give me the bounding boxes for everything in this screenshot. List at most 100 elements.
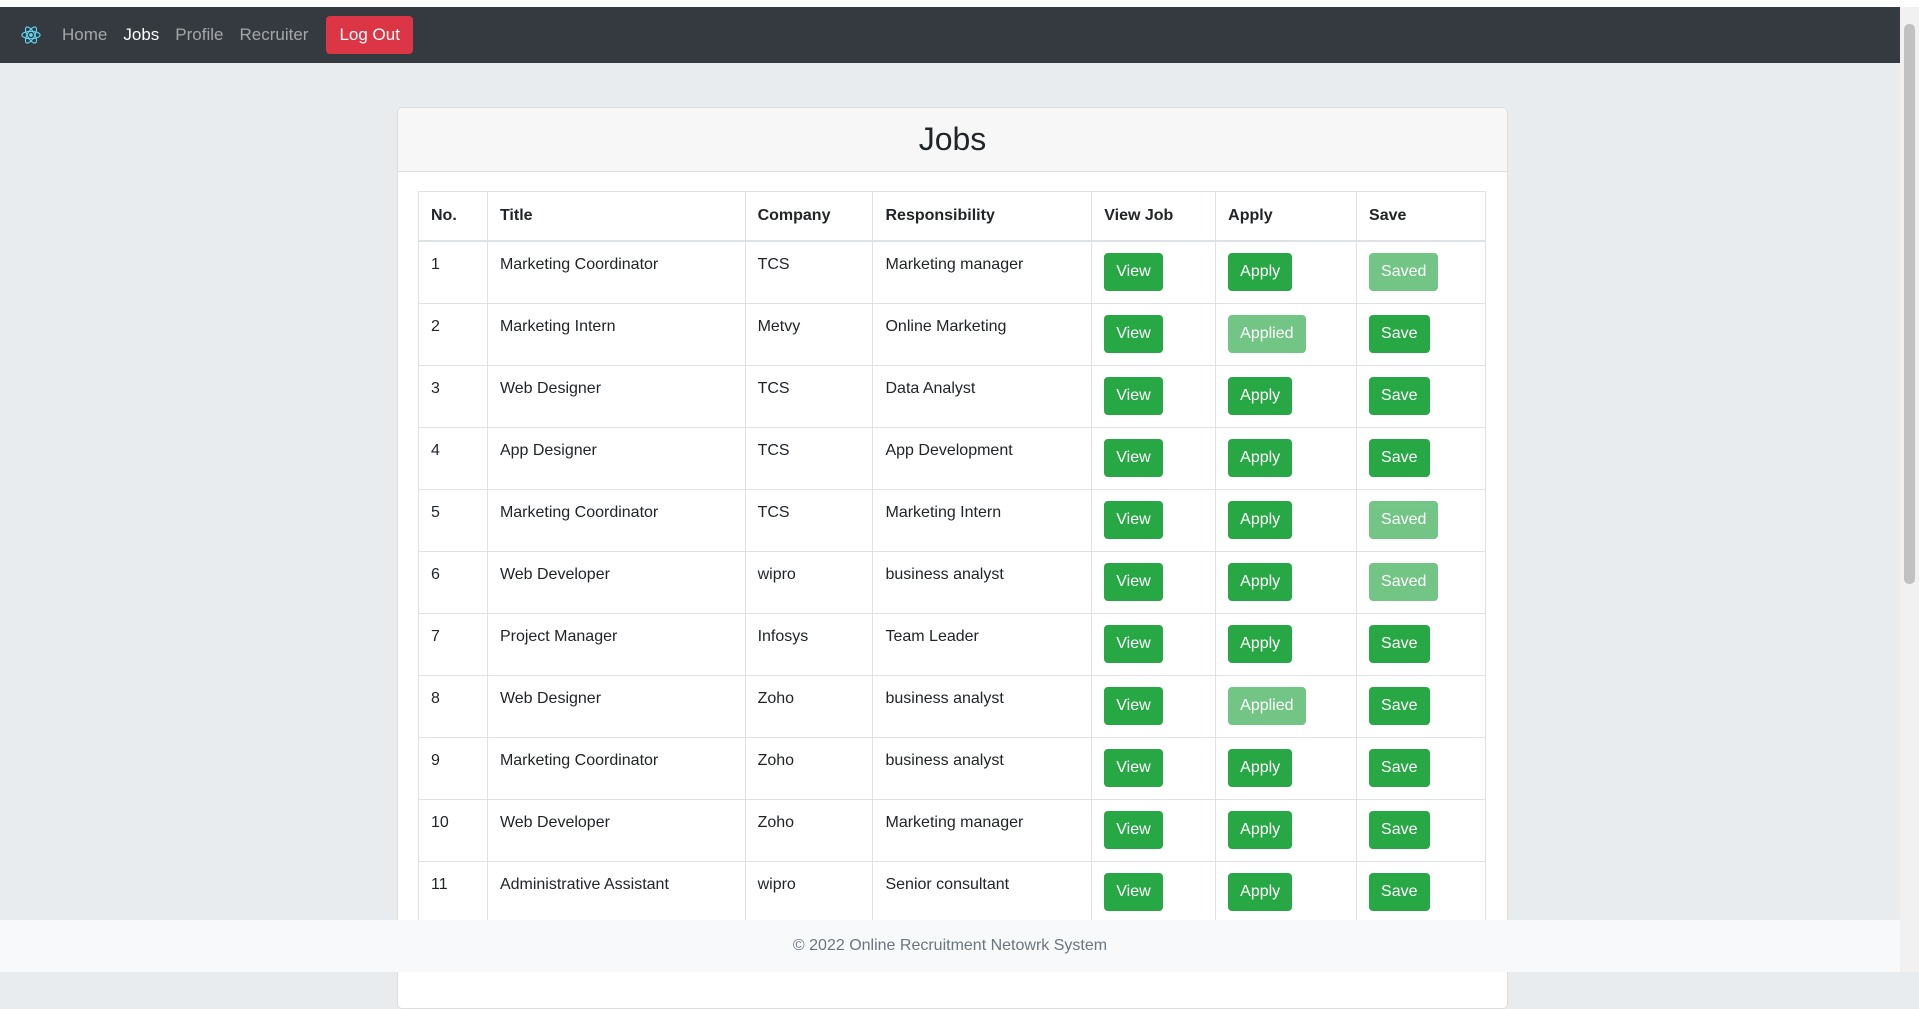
apply-button[interactable]: Apply (1228, 438, 1293, 477)
page-title: Jobs (918, 121, 987, 157)
cell-no: 3 (418, 364, 488, 428)
cell-no: 5 (418, 488, 488, 552)
cell-company: wipro (744, 860, 874, 924)
apply-button: Applied (1228, 686, 1306, 725)
apply-cell: Applied (1215, 302, 1358, 366)
apply-button[interactable]: Apply (1228, 253, 1293, 291)
apply-cell: Apply (1215, 364, 1358, 428)
save-cell: Save (1356, 426, 1486, 490)
cell-title: Administrative Assistant (486, 860, 746, 924)
apply-button[interactable]: Apply (1228, 500, 1293, 539)
apply-cell: Apply (1215, 240, 1358, 304)
cell-title: Project Manager (486, 612, 746, 676)
cell-responsibility: App Development (872, 426, 1093, 490)
apply-button[interactable]: Apply (1228, 872, 1293, 911)
logout-button[interactable]: Log Out (326, 16, 413, 54)
table-row: 6 Web Developer wipro business analyst View A… (418, 550, 1486, 614)
cell-responsibility: business analyst (872, 736, 1093, 800)
footer-text: © 2022 Online Recruitment Netowrk System (792, 937, 1108, 954)
save-cell: Save (1356, 860, 1486, 924)
save-button[interactable]: Save (1369, 748, 1430, 787)
footer: © 2022 Online Recruitment Netowrk System (0, 920, 1900, 972)
apply-button[interactable]: Apply (1228, 562, 1293, 601)
save-button[interactable]: Save (1369, 438, 1430, 477)
cell-title: Web Designer (486, 364, 746, 428)
save-cell: Save (1356, 674, 1486, 738)
view-job-cell: View (1091, 550, 1217, 614)
cell-title: Marketing Coordinator (486, 488, 746, 552)
apply-cell: Apply (1215, 612, 1358, 676)
view-job-button[interactable]: View (1104, 314, 1163, 353)
nav-link-jobs[interactable]: Jobs (123, 7, 159, 63)
save-cell: Save (1356, 798, 1486, 862)
view-job-cell: View (1091, 860, 1217, 924)
view-job-button[interactable]: View (1104, 376, 1163, 415)
scrollbar-thumb[interactable] (1904, 24, 1915, 584)
save-button[interactable]: Save (1369, 872, 1430, 911)
top-navbar: Home Jobs Profile Recruiter Log Out (0, 7, 1900, 63)
view-job-cell: View (1091, 612, 1217, 676)
save-cell: Save (1356, 364, 1486, 428)
view-job-button[interactable]: View (1104, 253, 1163, 291)
table-row: 1 Marketing Coordinator TCS Marketing manag… (418, 240, 1486, 304)
cell-no: 1 (418, 240, 488, 304)
cell-title: Marketing Coordinator (486, 240, 746, 304)
cell-responsibility: Marketing manager (872, 240, 1093, 304)
apply-button[interactable]: Apply (1228, 748, 1293, 787)
table-row: 11 Administrative Assistant wipro Senior co… (418, 860, 1486, 924)
nav-link-recruiter[interactable]: Recruiter (239, 7, 308, 63)
cell-responsibility: Data Analyst (872, 364, 1093, 428)
react-logo-icon[interactable] (0, 7, 62, 63)
cell-no: 4 (418, 426, 488, 490)
apply-button[interactable]: Apply (1228, 810, 1293, 849)
cell-title: Web Developer (486, 550, 746, 614)
view-job-button[interactable]: View (1104, 872, 1163, 911)
cell-title: Marketing Intern (486, 302, 746, 366)
cell-company: Zoho (744, 736, 874, 800)
apply-button[interactable]: Apply (1228, 624, 1293, 663)
view-job-button[interactable]: View (1104, 438, 1163, 477)
save-cell: Saved (1356, 240, 1486, 304)
cell-company: Zoho (744, 798, 874, 862)
cell-title: App Designer (486, 426, 746, 490)
header-no: No. (418, 191, 488, 242)
table-row: 10 Web Developer Zoho Marketing manager View… (418, 798, 1486, 862)
header-apply: Apply (1215, 191, 1358, 242)
save-button[interactable]: Save (1369, 686, 1430, 725)
apply-cell: Apply (1215, 798, 1358, 862)
header-view-job: View Job (1091, 191, 1217, 242)
save-button[interactable]: Save (1369, 314, 1430, 353)
apply-cell: Apply (1215, 550, 1358, 614)
view-job-cell: View (1091, 736, 1217, 800)
save-cell: Save (1356, 736, 1486, 800)
save-button: Saved (1369, 562, 1439, 601)
save-cell: Saved (1356, 550, 1486, 614)
table-header-row: No. Title Company Responsibility View Jo… (418, 191, 1486, 242)
apply-cell: Apply (1215, 860, 1358, 924)
nav-link-home[interactable]: Home (62, 7, 107, 63)
nav-link-profile[interactable]: Profile (175, 7, 223, 63)
apply-button: Applied (1228, 314, 1306, 353)
apply-cell: Apply (1215, 426, 1358, 490)
save-button[interactable]: Save (1369, 624, 1430, 663)
header-title: Title (486, 191, 746, 242)
apply-cell: Apply (1215, 488, 1358, 552)
cell-responsibility: Marketing Intern (872, 488, 1093, 552)
view-job-button[interactable]: View (1104, 500, 1163, 539)
view-job-button[interactable]: View (1104, 748, 1163, 787)
table-row: 7 Project Manager Infosys Team Leader View Ap… (418, 612, 1486, 676)
save-button[interactable]: Save (1369, 376, 1430, 415)
cell-no: 10 (418, 798, 488, 862)
view-job-cell: View (1091, 302, 1217, 366)
save-button: Saved (1369, 253, 1439, 291)
cell-company: TCS (744, 240, 874, 304)
view-job-button[interactable]: View (1104, 624, 1163, 663)
apply-button[interactable]: Apply (1228, 376, 1293, 415)
header-save: Save (1356, 191, 1486, 242)
view-job-button[interactable]: View (1104, 562, 1163, 601)
view-job-button[interactable]: View (1104, 810, 1163, 849)
view-job-button[interactable]: View (1104, 686, 1163, 725)
save-button[interactable]: Save (1369, 810, 1430, 849)
cell-company: TCS (744, 488, 874, 552)
cell-no: 8 (418, 674, 488, 738)
